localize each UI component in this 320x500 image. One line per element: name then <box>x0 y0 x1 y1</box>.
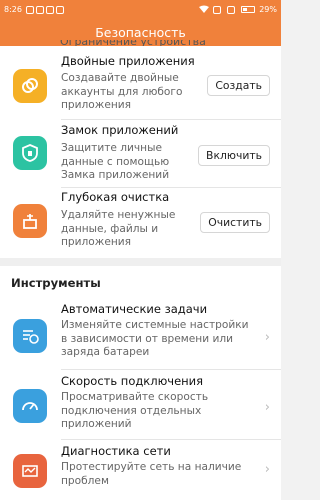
list-item-network-diagnostics[interactable]: Диагностика сети Протестируйте сеть на н… <box>0 442 281 500</box>
item-title: Автоматические задачи <box>61 302 208 316</box>
wifi-icon <box>199 5 210 15</box>
section-divider <box>0 258 281 266</box>
desc-line: приложения <box>61 236 132 248</box>
notification-icon <box>35 5 44 14</box>
notification-icon <box>45 5 54 14</box>
create-button[interactable]: Создать <box>207 75 270 96</box>
item-description: Изменяйте системные настройки в зависимо… <box>61 319 249 360</box>
desc-line: Защитите личные <box>61 142 162 154</box>
security-card: Ограничение устройства Двойные приложени… <box>0 40 281 260</box>
desc-line: Удаляйте ненужные <box>61 209 176 221</box>
item-description: Защитите личные данные с помощью Замка п… <box>61 142 169 183</box>
desc-line: в зависимости от времени или <box>61 332 234 345</box>
list-item-dual-apps[interactable]: Двойные приложения Создавайте двойные ак… <box>0 46 281 118</box>
notification-icon <box>55 5 64 14</box>
desc-line: проблем <box>61 474 109 487</box>
desc-line: данные с помощью <box>61 155 170 168</box>
notification-icon <box>25 5 34 14</box>
list-item-connection-speed[interactable]: Скорость подключения Просматривайте скор… <box>0 372 281 442</box>
signal-icon <box>227 5 236 14</box>
speedometer-icon <box>13 389 47 423</box>
desc-line: подключения отдельных <box>61 404 202 417</box>
tools-card: Инструменты Автоматические задачи Изменя… <box>0 266 281 500</box>
dual-apps-icon <box>13 69 47 103</box>
chevron-right-icon: › <box>264 400 270 415</box>
status-bar: 8:26 29% <box>0 0 281 19</box>
divider <box>61 369 281 370</box>
desc-line: Создавайте двойные <box>61 72 179 84</box>
item-title: Замок приложений <box>61 123 179 137</box>
battery-icon <box>241 6 256 13</box>
item-title: Двойные приложения <box>61 54 195 68</box>
divider <box>61 439 281 440</box>
chevron-right-icon: › <box>264 462 270 477</box>
item-title: Глубокая очистка <box>61 190 170 204</box>
item-title: Скорость подключения <box>61 374 204 388</box>
desc-line: приложений <box>61 418 132 430</box>
clean-button[interactable]: Очистить <box>200 212 270 233</box>
list-item-deep-clean[interactable]: Глубокая очистка Удаляйте ненужные данны… <box>0 188 281 258</box>
desc-line: Замка приложений <box>61 169 170 181</box>
status-time: 8:26 <box>4 5 22 14</box>
enable-button[interactable]: Включить <box>198 145 270 166</box>
desc-line: заряда батареи <box>61 346 150 358</box>
item-description: Удаляйте ненужные данные, файлы и прилож… <box>61 209 175 250</box>
network-diagnostics-icon <box>13 454 47 488</box>
app-lock-icon <box>13 136 47 170</box>
desc-line: Просматривайте скорость <box>61 391 209 403</box>
battery-percent: 29% <box>259 5 277 14</box>
list-item-app-lock[interactable]: Замок приложений Защитите личные данные … <box>0 120 281 190</box>
chevron-right-icon: › <box>264 330 270 345</box>
deep-clean-icon <box>13 204 47 238</box>
item-description: Просматривайте скорость подключения отде… <box>61 391 208 432</box>
desc-line: данные, файлы и <box>61 222 159 235</box>
item-description: Создавайте двойные аккаунты для любого п… <box>61 72 182 113</box>
desc-line: приложения <box>61 99 132 111</box>
list-item-auto-tasks[interactable]: Автоматические задачи Изменяйте системны… <box>0 302 281 373</box>
item-title: Диагностика сети <box>61 444 171 458</box>
desc-line: Изменяйте системные настройки <box>61 319 249 331</box>
desc-line: аккаунты для любого <box>61 85 183 98</box>
desc-line: Протестируйте сеть на наличие <box>61 461 242 473</box>
signal-icon <box>213 5 222 14</box>
tools-heading: Инструменты <box>11 276 101 290</box>
auto-tasks-icon <box>13 319 47 353</box>
item-description: Протестируйте сеть на наличие проблем <box>61 461 241 488</box>
